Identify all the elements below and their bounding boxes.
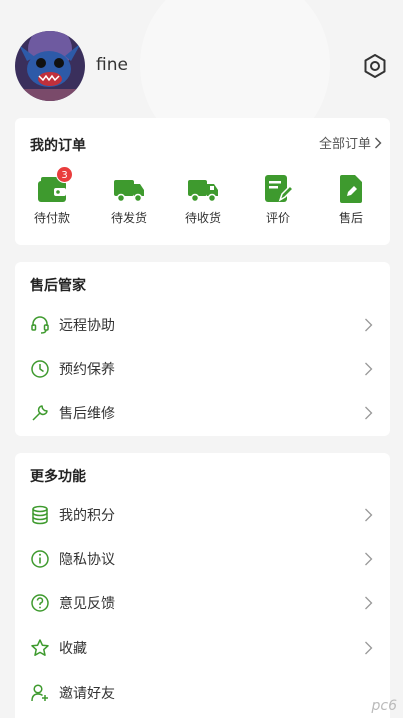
menu-item-label: 收藏: [59, 641, 87, 657]
star-icon: [31, 639, 49, 656]
menu-item-favorites[interactable]: 收藏: [15, 626, 390, 670]
after-sales-card: 售后管家 远程协助 预约保养 售后维修: [15, 262, 390, 436]
question-icon: [31, 594, 49, 612]
order-label: 评价: [265, 211, 290, 225]
profile-header: fine: [0, 0, 403, 118]
menu-item-maintenance[interactable]: 预约保养: [15, 347, 390, 391]
menu-item-feedback[interactable]: 意见反馈: [15, 581, 390, 625]
more-title: 更多功能: [30, 469, 86, 485]
delivery-truck-icon: [187, 174, 219, 204]
order-label: 待付款: [33, 211, 70, 225]
avatar[interactable]: [15, 31, 85, 101]
menu-item-label: 意见反馈: [59, 596, 115, 612]
truck-icon: [113, 174, 145, 204]
all-orders-label: 全部订单: [318, 137, 371, 152]
chevron-right-icon: [375, 137, 382, 148]
after-sales-title: 售后管家: [30, 278, 86, 294]
more-features-card: 更多功能 我的积分 隐私协议 意见反馈 收藏 邀请好友: [15, 453, 390, 718]
order-to-ship[interactable]: 待发货: [101, 174, 157, 226]
chevron-right-icon: [365, 406, 373, 420]
order-review[interactable]: 评价: [250, 174, 306, 226]
menu-item-remote-assist[interactable]: 远程协助: [15, 303, 390, 347]
chevron-right-icon: [365, 318, 373, 332]
orders-title: 我的订单: [30, 138, 86, 154]
document-edit-icon: [338, 174, 364, 204]
menu-item-label: 隐私协议: [59, 552, 115, 568]
chevron-right-icon: [365, 508, 373, 522]
menu-item-label: 售后维修: [59, 406, 115, 422]
menu-item-points[interactable]: 我的积分: [15, 493, 390, 537]
coins-icon: [32, 505, 48, 525]
add-user-icon: [31, 684, 48, 702]
order-to-receive[interactable]: 待收货: [175, 174, 231, 226]
chevron-right-icon: [365, 362, 373, 376]
menu-item-label: 远程协助: [59, 318, 115, 334]
clock-icon: [31, 360, 49, 378]
order-pending-payment[interactable]: 3 待付款: [24, 166, 80, 226]
menu-item-label: 我的积分: [59, 508, 115, 524]
watermark: pc6: [371, 698, 398, 714]
menu-item-privacy[interactable]: 隐私协议: [15, 537, 390, 581]
order-label: 待发货: [110, 211, 147, 225]
pending-payment-badge: 3: [56, 166, 73, 183]
all-orders-link[interactable]: 全部订单: [319, 133, 382, 152]
info-icon: [31, 550, 49, 568]
menu-item-label: 预约保养: [59, 362, 115, 378]
menu-item-repair[interactable]: 售后维修: [15, 391, 390, 435]
order-label: 待收货: [184, 211, 221, 225]
wrench-icon: [32, 405, 48, 421]
menu-item-label: 邀请好友: [59, 686, 115, 702]
menu-item-invite[interactable]: 邀请好友: [15, 671, 390, 715]
headset-icon: [31, 316, 49, 334]
review-icon: [263, 174, 295, 204]
order-label: 售后: [338, 211, 363, 225]
settings-icon[interactable]: [362, 53, 388, 79]
wallet-icon: 3: [37, 166, 73, 204]
orders-card: 我的订单 全部订单 3 待付款 待发货 待收货 评价 售后: [15, 118, 390, 245]
order-after-sales[interactable]: 售后: [323, 174, 379, 226]
chevron-right-icon: [365, 641, 373, 655]
chevron-right-icon: [365, 552, 373, 566]
username: fine: [96, 55, 128, 75]
chevron-right-icon: [365, 596, 373, 610]
